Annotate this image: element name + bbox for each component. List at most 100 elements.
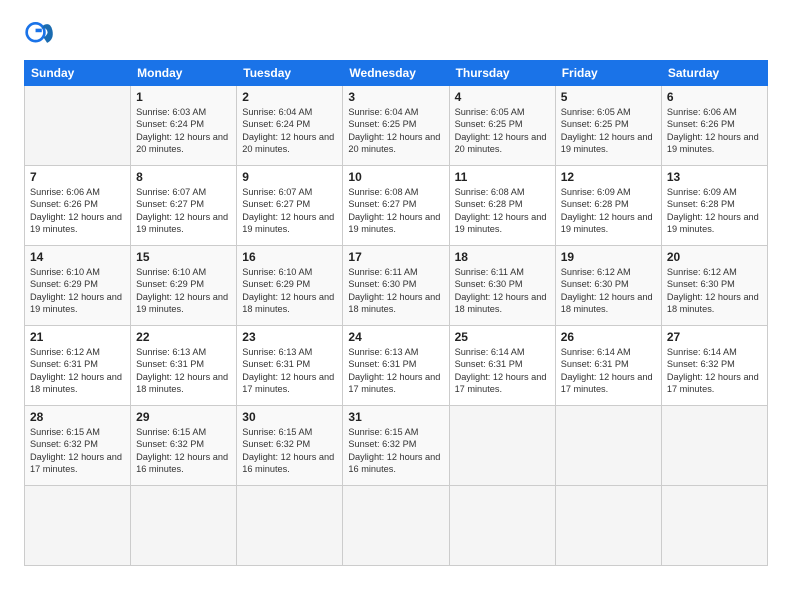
calendar-cell: 11 Sunrise: 6:08 AMSunset: 6:28 PMDayligh… — [449, 166, 555, 246]
calendar-page: SundayMondayTuesdayWednesdayThursdayFrid… — [0, 0, 792, 578]
calendar-cell: 1 Sunrise: 6:03 AMSunset: 6:24 PMDaylight… — [131, 86, 237, 166]
day-info: Sunrise: 6:08 AMSunset: 6:28 PMDaylight:… — [455, 186, 550, 236]
calendar-cell: 4 Sunrise: 6:05 AMSunset: 6:25 PMDaylight… — [449, 86, 555, 166]
weekday-header-friday: Friday — [555, 61, 661, 86]
calendar-cell — [661, 406, 767, 486]
day-number: 9 — [242, 170, 337, 184]
day-info: Sunrise: 6:09 AMSunset: 6:28 PMDaylight:… — [667, 186, 762, 236]
day-info: Sunrise: 6:11 AMSunset: 6:30 PMDaylight:… — [455, 266, 550, 316]
day-number: 1 — [136, 90, 231, 104]
weekday-header-row: SundayMondayTuesdayWednesdayThursdayFrid… — [25, 61, 768, 86]
calendar-cell — [25, 86, 131, 166]
day-number: 26 — [561, 330, 656, 344]
day-number: 13 — [667, 170, 762, 184]
day-info: Sunrise: 6:06 AMSunset: 6:26 PMDaylight:… — [667, 106, 762, 156]
calendar-cell: 5 Sunrise: 6:05 AMSunset: 6:25 PMDaylight… — [555, 86, 661, 166]
day-info: Sunrise: 6:10 AMSunset: 6:29 PMDaylight:… — [136, 266, 231, 316]
calendar-cell: 15 Sunrise: 6:10 AMSunset: 6:29 PMDayligh… — [131, 246, 237, 326]
weekday-header-sunday: Sunday — [25, 61, 131, 86]
day-info: Sunrise: 6:10 AMSunset: 6:29 PMDaylight:… — [30, 266, 125, 316]
day-info: Sunrise: 6:04 AMSunset: 6:24 PMDaylight:… — [242, 106, 337, 156]
day-number: 31 — [348, 410, 443, 424]
day-info: Sunrise: 6:10 AMSunset: 6:29 PMDaylight:… — [242, 266, 337, 316]
calendar-cell — [555, 406, 661, 486]
calendar-cell: 31 Sunrise: 6:15 AMSunset: 6:32 PMDayligh… — [343, 406, 449, 486]
day-info: Sunrise: 6:13 AMSunset: 6:31 PMDaylight:… — [242, 346, 337, 396]
day-info: Sunrise: 6:13 AMSunset: 6:31 PMDaylight:… — [136, 346, 231, 396]
calendar-row: 7 Sunrise: 6:06 AMSunset: 6:26 PMDaylight… — [25, 166, 768, 246]
day-info: Sunrise: 6:15 AMSunset: 6:32 PMDaylight:… — [348, 426, 443, 476]
calendar-cell — [131, 486, 237, 566]
day-number: 28 — [30, 410, 125, 424]
day-number: 29 — [136, 410, 231, 424]
calendar-cell: 9 Sunrise: 6:07 AMSunset: 6:27 PMDaylight… — [237, 166, 343, 246]
day-number: 7 — [30, 170, 125, 184]
calendar-cell: 19Sunrise: 6:12 AMSunset: 6:30 PMDayligh… — [555, 246, 661, 326]
calendar-cell: 12Sunrise: 6:09 AMSunset: 6:28 PMDayligh… — [555, 166, 661, 246]
day-number: 3 — [348, 90, 443, 104]
day-info: Sunrise: 6:14 AMSunset: 6:31 PMDaylight:… — [561, 346, 656, 396]
day-info: Sunrise: 6:06 AMSunset: 6:26 PMDaylight:… — [30, 186, 125, 236]
weekday-header-tuesday: Tuesday — [237, 61, 343, 86]
calendar-cell: 26 Sunrise: 6:14 AMSunset: 6:31 PMDayligh… — [555, 326, 661, 406]
day-number: 25 — [455, 330, 550, 344]
day-info: Sunrise: 6:05 AMSunset: 6:25 PMDaylight:… — [561, 106, 656, 156]
day-info: Sunrise: 6:04 AMSunset: 6:25 PMDaylight:… — [348, 106, 443, 156]
day-number: 16 — [242, 250, 337, 264]
day-info: Sunrise: 6:14 AMSunset: 6:32 PMDaylight:… — [667, 346, 762, 396]
calendar-row: 28 Sunrise: 6:15 AMSunset: 6:32 PMDayligh… — [25, 406, 768, 486]
generalblue-icon — [24, 18, 56, 50]
calendar-cell — [555, 486, 661, 566]
day-info: Sunrise: 6:13 AMSunset: 6:31 PMDaylight:… — [348, 346, 443, 396]
day-number: 23 — [242, 330, 337, 344]
day-number: 21 — [30, 330, 125, 344]
calendar-cell: 6 Sunrise: 6:06 AMSunset: 6:26 PMDaylight… — [661, 86, 767, 166]
calendar-cell — [343, 486, 449, 566]
calendar-cell: 18 Sunrise: 6:11 AMSunset: 6:30 PMDayligh… — [449, 246, 555, 326]
day-info: Sunrise: 6:15 AMSunset: 6:32 PMDaylight:… — [136, 426, 231, 476]
day-number: 5 — [561, 90, 656, 104]
header — [24, 18, 768, 50]
calendar-cell: 14 Sunrise: 6:10 AMSunset: 6:29 PMDayligh… — [25, 246, 131, 326]
day-number: 8 — [136, 170, 231, 184]
day-info: Sunrise: 6:05 AMSunset: 6:25 PMDaylight:… — [455, 106, 550, 156]
day-info: Sunrise: 6:12 AMSunset: 6:30 PMDaylight:… — [561, 266, 656, 316]
day-info: Sunrise: 6:15 AMSunset: 6:32 PMDaylight:… — [242, 426, 337, 476]
calendar-row: 1 Sunrise: 6:03 AMSunset: 6:24 PMDaylight… — [25, 86, 768, 166]
day-number: 15 — [136, 250, 231, 264]
calendar-cell: 13 Sunrise: 6:09 AMSunset: 6:28 PMDayligh… — [661, 166, 767, 246]
day-number: 2 — [242, 90, 337, 104]
calendar-cell — [237, 486, 343, 566]
calendar-cell: 2 Sunrise: 6:04 AMSunset: 6:24 PMDaylight… — [237, 86, 343, 166]
calendar-row — [25, 486, 768, 566]
day-number: 22 — [136, 330, 231, 344]
calendar-table: SundayMondayTuesdayWednesdayThursdayFrid… — [24, 60, 768, 566]
day-number: 11 — [455, 170, 550, 184]
day-number: 30 — [242, 410, 337, 424]
calendar-cell — [449, 406, 555, 486]
calendar-cell: 22 Sunrise: 6:13 AMSunset: 6:31 PMDayligh… — [131, 326, 237, 406]
day-info: Sunrise: 6:12 AMSunset: 6:31 PMDaylight:… — [30, 346, 125, 396]
day-number: 4 — [455, 90, 550, 104]
calendar-cell: 25 Sunrise: 6:14 AMSunset: 6:31 PMDayligh… — [449, 326, 555, 406]
calendar-cell: 23 Sunrise: 6:13 AMSunset: 6:31 PMDayligh… — [237, 326, 343, 406]
weekday-header-saturday: Saturday — [661, 61, 767, 86]
calendar-cell: 3 Sunrise: 6:04 AMSunset: 6:25 PMDaylight… — [343, 86, 449, 166]
calendar-cell: 7 Sunrise: 6:06 AMSunset: 6:26 PMDaylight… — [25, 166, 131, 246]
day-info: Sunrise: 6:03 AMSunset: 6:24 PMDaylight:… — [136, 106, 231, 156]
day-number: 20 — [667, 250, 762, 264]
day-info: Sunrise: 6:11 AMSunset: 6:30 PMDaylight:… — [348, 266, 443, 316]
day-info: Sunrise: 6:07 AMSunset: 6:27 PMDaylight:… — [242, 186, 337, 236]
calendar-cell: 28Sunrise: 6:15 AMSunset: 6:32 PMDayligh… — [25, 406, 131, 486]
day-number: 14 — [30, 250, 125, 264]
day-number: 18 — [455, 250, 550, 264]
day-number: 6 — [667, 90, 762, 104]
calendar-cell: 24Sunrise: 6:13 AMSunset: 6:31 PMDayligh… — [343, 326, 449, 406]
day-info: Sunrise: 6:07 AMSunset: 6:27 PMDaylight:… — [136, 186, 231, 236]
calendar-cell: 16 Sunrise: 6:10 AMSunset: 6:29 PMDayligh… — [237, 246, 343, 326]
day-info: Sunrise: 6:14 AMSunset: 6:31 PMDaylight:… — [455, 346, 550, 396]
calendar-cell: 10Sunrise: 6:08 AMSunset: 6:27 PMDayligh… — [343, 166, 449, 246]
weekday-header-thursday: Thursday — [449, 61, 555, 86]
day-number: 17 — [348, 250, 443, 264]
calendar-cell: 29 Sunrise: 6:15 AMSunset: 6:32 PMDayligh… — [131, 406, 237, 486]
